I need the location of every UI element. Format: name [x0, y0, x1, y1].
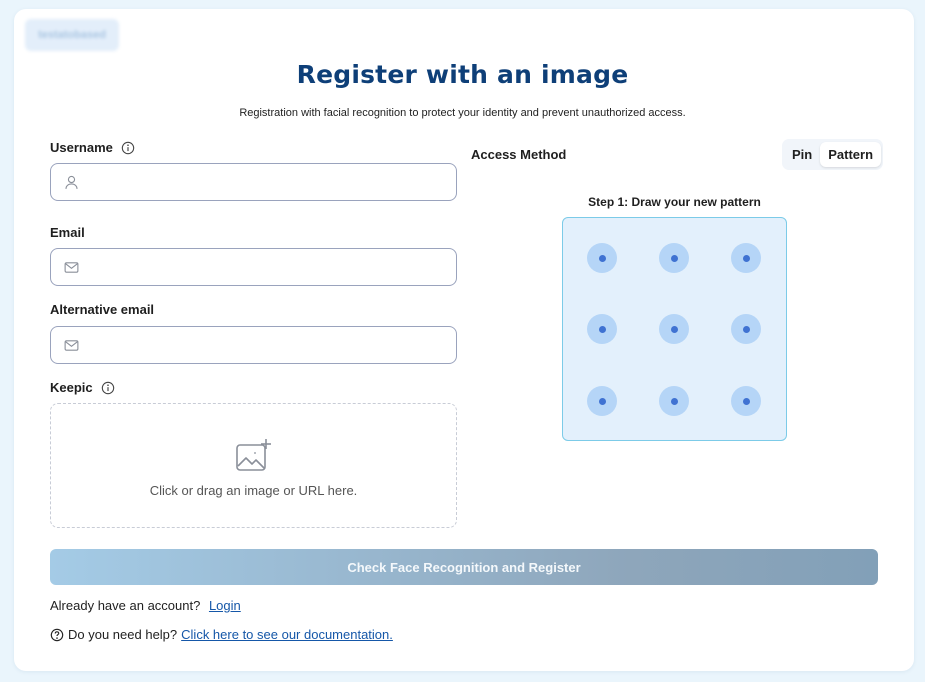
pattern-dot[interactable] — [659, 386, 689, 416]
access-option-pin[interactable]: Pin — [784, 142, 820, 167]
help-line: Do you need help? Click here to see our … — [50, 627, 393, 642]
app-logo[interactable]: testatobased — [25, 19, 119, 51]
alt-email-label: Alternative email — [50, 302, 155, 317]
info-icon[interactable] — [121, 141, 135, 155]
email-field[interactable] — [50, 248, 457, 286]
mail-icon — [64, 261, 79, 273]
pattern-dot[interactable] — [587, 386, 617, 416]
pattern-step-label: Step 1: Draw your new pattern — [588, 195, 761, 209]
keepic-label-row: Keepic — [50, 380, 115, 395]
email-label: Email — [50, 225, 85, 240]
access-method-label: Access Method — [471, 147, 567, 162]
pattern-dot[interactable] — [587, 314, 617, 344]
account-text: Already have an account? — [50, 598, 201, 613]
register-button[interactable]: Check Face Recognition and Register — [50, 549, 878, 585]
alt-email-input[interactable] — [88, 327, 456, 363]
pattern-dot[interactable] — [731, 243, 761, 273]
page-subtitle: Registration with facial recognition to … — [239, 107, 686, 119]
access-method-toggle[interactable]: Pin Pattern — [782, 139, 884, 170]
username-input[interactable] — [88, 164, 456, 200]
documentation-link[interactable]: Click here to see our documentation. — [181, 627, 393, 642]
email-label-row: Email — [50, 225, 85, 240]
image-dropzone[interactable]: Click or drag an image or URL here. — [50, 403, 457, 528]
alt-email-field[interactable] — [50, 326, 457, 364]
help-text: Do you need help? — [68, 627, 178, 642]
mail-icon — [64, 339, 79, 351]
page-title: Register with an image — [296, 60, 629, 89]
pattern-dot[interactable] — [659, 243, 689, 273]
keepic-label: Keepic — [50, 380, 93, 395]
account-line: Already have an account? Login — [50, 598, 241, 613]
pattern-dot[interactable] — [731, 314, 761, 344]
login-link[interactable]: Login — [209, 598, 241, 613]
username-label-row: Username — [50, 140, 135, 155]
alt-email-label-row: Alternative email — [50, 302, 154, 317]
username-label: Username — [50, 140, 113, 155]
username-field[interactable] — [50, 163, 457, 201]
info-icon[interactable] — [101, 381, 115, 395]
pattern-dot[interactable] — [659, 314, 689, 344]
pattern-dot[interactable] — [731, 386, 761, 416]
image-add-icon — [235, 438, 271, 471]
access-option-pattern[interactable]: Pattern — [820, 142, 882, 167]
dropzone-text: Click or drag an image or URL here. — [149, 482, 358, 498]
help-icon — [50, 628, 64, 641]
pattern-dot[interactable] — [587, 243, 617, 273]
user-icon — [65, 175, 78, 189]
pattern-grid[interactable] — [562, 217, 787, 441]
email-input[interactable] — [88, 249, 456, 285]
